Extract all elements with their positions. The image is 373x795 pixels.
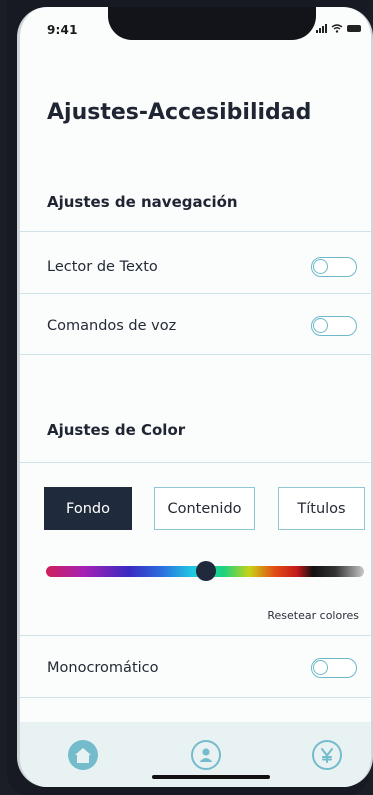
color-section-title: Ajustes de Color — [47, 421, 186, 439]
divider — [20, 697, 371, 698]
home-indicator — [152, 775, 270, 779]
status-icons — [316, 24, 361, 33]
text-reader-label: Lector de Texto — [47, 259, 158, 275]
color-slider-thumb[interactable] — [196, 561, 216, 581]
signal-icon — [316, 24, 327, 33]
divider — [20, 462, 371, 463]
monochrome-toggle[interactable] — [311, 658, 357, 678]
device-frame: 9:41 Ajustes-Accesibilidad Ajustes de na… — [7, 0, 373, 795]
home-tab[interactable] — [68, 740, 98, 770]
home-icon — [75, 747, 91, 763]
divider — [20, 635, 371, 636]
status-time: 9:41 — [47, 23, 78, 37]
segment-contenido[interactable]: Contenido — [154, 487, 255, 530]
divider — [20, 354, 371, 355]
wifi-icon — [331, 24, 343, 33]
notch — [108, 7, 316, 40]
segment-titulos[interactable]: Títulos — [278, 487, 365, 530]
divider — [20, 293, 371, 294]
monochrome-row: Monocromático — [20, 642, 371, 694]
voice-commands-row: Comandos de voz — [20, 300, 371, 352]
reset-colors-link[interactable]: Resetear colores — [267, 609, 359, 622]
yen-tab[interactable] — [312, 740, 342, 770]
profile-tab[interactable] — [191, 740, 221, 770]
navigation-section-title: Ajustes de navegación — [47, 193, 238, 211]
user-icon — [199, 748, 213, 762]
segment-fondo[interactable]: Fondo — [44, 487, 132, 530]
status-bar: 9:41 — [20, 7, 371, 57]
page-title: Ajustes-Accesibilidad — [47, 100, 312, 125]
text-reader-row: Lector de Texto — [20, 241, 371, 293]
monochrome-label: Monocromático — [47, 660, 159, 676]
yen-icon — [321, 748, 333, 763]
battery-icon — [347, 25, 361, 32]
phone-screen: 9:41 Ajustes-Accesibilidad Ajustes de na… — [17, 7, 373, 787]
text-reader-toggle[interactable] — [311, 257, 357, 277]
voice-commands-toggle[interactable] — [311, 316, 357, 336]
voice-commands-label: Comandos de voz — [47, 318, 177, 334]
divider — [20, 231, 371, 232]
